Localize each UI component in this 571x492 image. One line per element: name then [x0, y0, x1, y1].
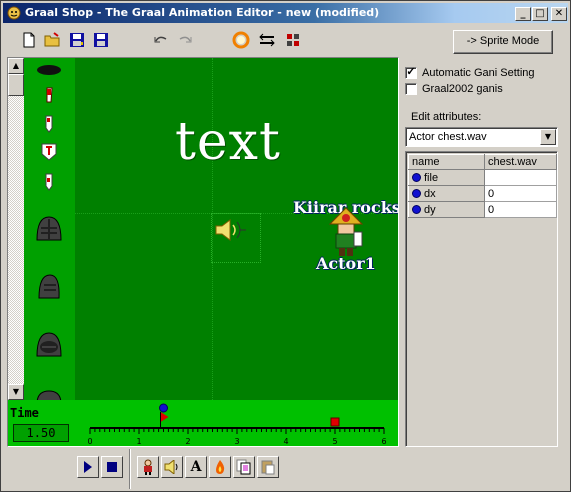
stop-icon[interactable]: [101, 456, 123, 478]
table-row[interactable]: file: [408, 169, 557, 186]
window-title: Graal Shop - The Graal Animation Editor …: [25, 6, 380, 19]
sprite-helmet-1[interactable]: [24, 214, 74, 244]
graal2002-checkbox[interactable]: [405, 83, 417, 95]
close-button[interactable]: ✕: [551, 7, 567, 21]
scroll-up-arrow-icon[interactable]: ▲: [8, 58, 24, 74]
save-as-icon[interactable]: [91, 30, 111, 50]
auto-gani-checkbox[interactable]: ✓: [405, 67, 417, 79]
animation-canvas[interactable]: text Kiirar rocks Actor1: [75, 58, 398, 400]
minimize-button[interactable]: _: [515, 7, 531, 21]
animation-area: ▲ ▼ text Kiirar rocks Actor1 Time 1.50 0…: [7, 57, 399, 447]
attribute-select[interactable]: Actor chest.wav ▼: [405, 127, 558, 147]
chevron-down-icon[interactable]: ▼: [540, 129, 556, 145]
fire-icon[interactable]: [209, 456, 231, 478]
bullet-icon: [412, 172, 421, 182]
grid-header-value: chest.wav: [484, 154, 557, 170]
attribute-select-value: Actor chest.wav: [409, 131, 487, 143]
current-frame-dot[interactable]: [159, 403, 168, 413]
sprite-list[interactable]: [24, 58, 74, 400]
auto-gani-checkbox-row[interactable]: ✓ Automatic Gani Setting: [405, 65, 535, 81]
new-file-icon[interactable]: [19, 30, 39, 50]
time-label: Time: [10, 406, 39, 420]
auto-gani-label: Automatic Gani Setting: [422, 67, 535, 79]
play-icon[interactable]: [77, 456, 99, 478]
sprite-sword-1[interactable]: [24, 86, 74, 106]
sprite-shield-2[interactable]: [24, 142, 74, 162]
actor-sprite[interactable]: [326, 206, 366, 258]
maximize-button[interactable]: □: [532, 7, 548, 21]
save-icon[interactable]: [67, 30, 87, 50]
character-icon[interactable]: [137, 456, 159, 478]
timeline-tick-label: 0: [87, 437, 92, 446]
undo-icon[interactable]: [151, 30, 171, 50]
settings-icon[interactable]: [283, 30, 303, 50]
paste-icon[interactable]: [257, 456, 279, 478]
canvas-text-object[interactable]: text: [175, 112, 281, 172]
grid-row-value[interactable]: 0: [484, 185, 557, 202]
timeline[interactable]: Time 1.50 0 1 2 3 4 5 6: [8, 400, 398, 446]
sprite-mode-button[interactable]: -> Sprite Mode: [453, 30, 553, 54]
sprite-helmet-3[interactable]: [24, 330, 74, 360]
scroll-thumb[interactable]: [8, 74, 24, 96]
open-folder-icon[interactable]: [43, 30, 63, 50]
bullet-icon: [412, 204, 421, 214]
timeline-tick-label: 4: [283, 437, 288, 446]
toolbar: -> Sprite Mode: [3, 25, 568, 55]
grid-row-value[interactable]: 0: [484, 201, 557, 218]
sound-icon[interactable]: [161, 456, 183, 478]
graal2002-checkbox-row[interactable]: Graal2002 ganis: [405, 81, 503, 97]
grid-row-name: dx: [408, 185, 485, 202]
playhead-marker-icon[interactable]: [160, 412, 169, 422]
bullet-icon: [412, 188, 421, 198]
timeline-tick-label: 2: [185, 437, 190, 446]
main-window: Graal Shop - The Graal Animation Editor …: [0, 0, 571, 492]
timeline-ruler[interactable]: 0 1 2 3 4 5 6: [78, 400, 388, 446]
title-bar[interactable]: Graal Shop - The Graal Animation Editor …: [3, 3, 568, 23]
edit-attributes-label: Edit attributes:: [411, 111, 482, 123]
scroll-down-arrow-icon[interactable]: ▼: [8, 384, 24, 400]
grid-row-name: dy: [408, 201, 485, 218]
sound-object-icon[interactable]: [213, 218, 247, 242]
grid-row-value[interactable]: [484, 169, 557, 186]
timeline-tick-label: 6: [381, 437, 386, 446]
redo-icon[interactable]: [175, 30, 195, 50]
text-icon[interactable]: A: [185, 456, 207, 478]
toolbar-separator: [129, 449, 131, 489]
grid-row-name: file: [408, 169, 485, 186]
sprite-shadow[interactable]: [24, 64, 74, 76]
table-row[interactable]: dy 0: [408, 201, 557, 218]
ring-icon[interactable]: [231, 30, 251, 50]
app-icon: [7, 6, 21, 20]
sprite-helmet-2[interactable]: [24, 272, 74, 302]
sprite-shield-3[interactable]: [24, 172, 74, 192]
flip-icon[interactable]: [257, 30, 277, 50]
timeline-tick-label: 1: [136, 437, 141, 446]
timeline-tick-label: 5: [332, 437, 337, 446]
sprite-shield-1[interactable]: [24, 114, 74, 134]
graal2002-label: Graal2002 ganis: [422, 83, 503, 95]
attribute-grid[interactable]: name chest.wav file dx 0 dy 0: [405, 151, 558, 447]
time-value-field[interactable]: 1.50: [13, 424, 69, 442]
bottom-toolbar: A: [3, 449, 568, 489]
copy-icon[interactable]: [233, 456, 255, 478]
scroll-track[interactable]: [8, 96, 24, 384]
keyframe-marker[interactable]: [330, 417, 340, 427]
sprite-helmet-4[interactable]: [24, 388, 74, 400]
sprite-list-scrollbar[interactable]: ▲ ▼: [8, 58, 24, 400]
timeline-tick-label: 3: [234, 437, 239, 446]
actor-name-label: Actor1: [316, 254, 376, 273]
grid-header-name: name: [408, 154, 485, 170]
table-row[interactable]: dx 0: [408, 185, 557, 202]
